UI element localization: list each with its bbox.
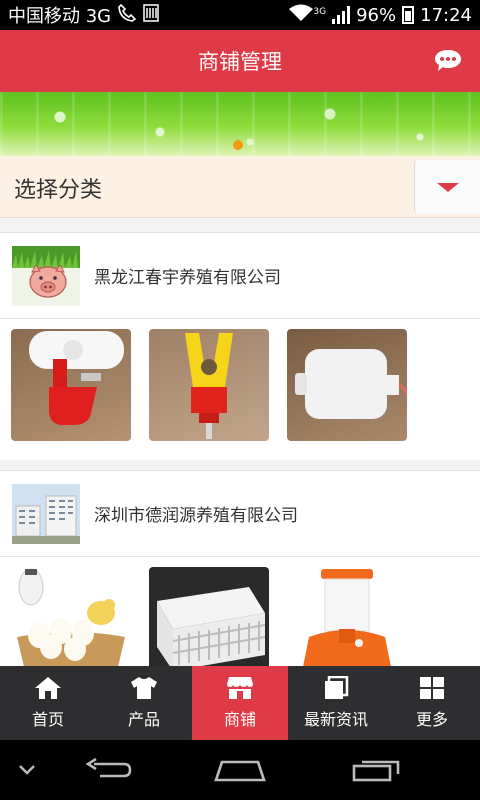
shop-name: 深圳市德润源养殖有限公司 <box>94 506 298 526</box>
tab-label: 产品 <box>127 710 160 729</box>
tab-shops[interactable]: 商铺 <box>192 666 288 740</box>
product-thumb[interactable] <box>287 329 407 441</box>
status-bar: 中国移动 3G 3G 96% 17:24 <box>0 0 480 30</box>
carrier-label: 中国移动 3G <box>8 6 112 27</box>
product-thumb[interactable] <box>149 567 269 679</box>
shop-logo-building <box>12 483 80 544</box>
signal-bars-icon <box>332 6 351 24</box>
tab-label: 最新资讯 <box>303 710 368 729</box>
phone-call-icon <box>117 3 137 27</box>
shop-header[interactable]: 黑龙江春宇养殖有限公司 <box>0 233 480 319</box>
tab-more[interactable]: 更多 <box>384 666 480 740</box>
tab-news[interactable]: 最新资讯 <box>288 666 384 740</box>
network-type-label: 3G <box>313 6 327 17</box>
home-nav-icon[interactable] <box>214 758 266 782</box>
battery-percent: 96% <box>356 4 397 26</box>
back-icon[interactable] <box>84 758 132 782</box>
shop-logo-pig-farm <box>12 245 80 306</box>
grid-icon <box>420 677 444 699</box>
product-thumb[interactable] <box>149 329 269 441</box>
tab-label: 首页 <box>31 710 64 729</box>
page-title: 商铺管理 <box>198 50 282 74</box>
chat-bubble-icon[interactable] <box>434 48 462 74</box>
sim-card-icon <box>143 3 159 27</box>
category-selector[interactable]: 选择分类 <box>0 156 480 218</box>
product-thumb[interactable] <box>11 567 131 679</box>
shop-card[interactable]: 黑龙江春宇养殖有限公司 <box>0 232 480 460</box>
category-label: 选择分类 <box>14 178 103 203</box>
product-thumb[interactable] <box>287 567 407 679</box>
tab-products[interactable]: 产品 <box>96 666 192 740</box>
shirt-icon <box>131 677 157 699</box>
tab-home[interactable]: 首页 <box>0 666 96 740</box>
shop-card[interactable]: 深圳市德润源养殖有限公司 <box>0 470 480 679</box>
battery-icon <box>402 6 415 24</box>
title-bar: 商铺管理 <box>0 30 480 92</box>
news-icon <box>325 676 349 699</box>
category-dropdown-button[interactable] <box>414 160 480 214</box>
product-thumb[interactable] <box>11 329 131 441</box>
tab-label: 更多 <box>415 710 448 729</box>
clock: 17:24 <box>420 4 472 26</box>
recent-apps-icon[interactable] <box>352 758 400 782</box>
shop-header[interactable]: 深圳市德润源养殖有限公司 <box>0 471 480 557</box>
shop-name: 黑龙江春宇养殖有限公司 <box>94 268 281 288</box>
system-nav-bar <box>0 740 480 800</box>
tab-label: 商铺 <box>223 710 256 729</box>
home-icon <box>35 677 61 699</box>
carousel-indicator-dot[interactable] <box>233 140 243 150</box>
banner-carousel[interactable] <box>0 92 480 156</box>
store-icon <box>227 677 253 699</box>
wifi-icon <box>289 4 314 27</box>
chevron-down-icon <box>436 182 459 192</box>
bottom-tab-bar: 首页 产品 商铺 最新资讯 更多 <box>0 666 480 740</box>
hide-keyboard-icon[interactable] <box>18 764 36 776</box>
